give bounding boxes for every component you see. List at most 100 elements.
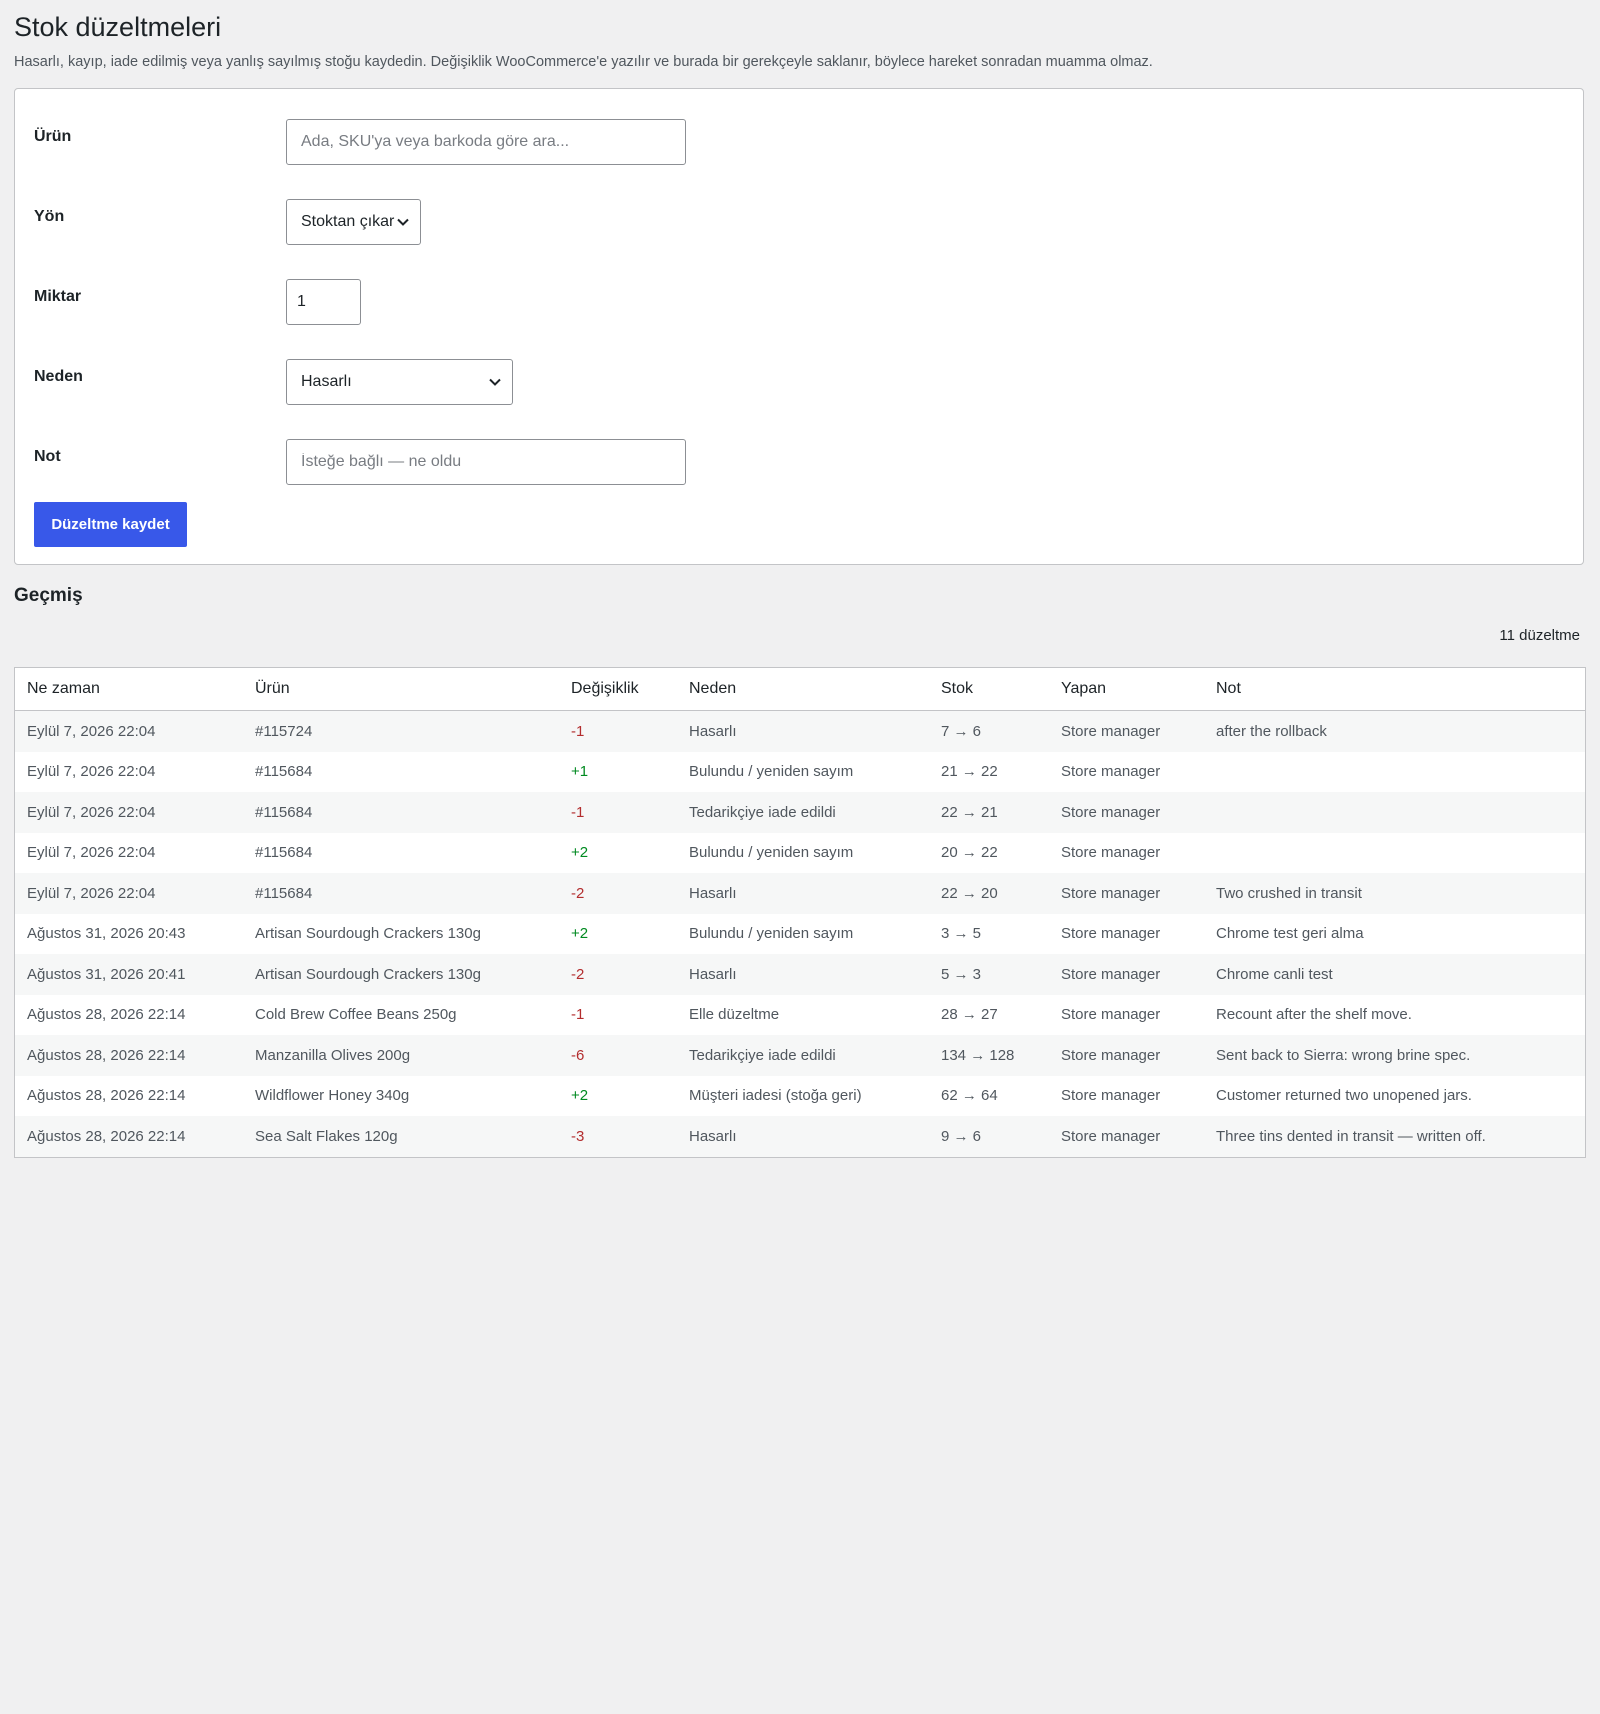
cell-change: -3 [571,1127,585,1145]
table-header: Ne zaman Ürün Değişiklik Neden Stok Yapa… [15,668,1585,711]
cell-when: Eylül 7, 2026 22:04 [27,722,156,740]
table-row: Ağustos 31, 2026 20:41 Artisan Sourdough … [15,954,1585,995]
table-row: Ağustos 31, 2026 20:43 Artisan Sourdough … [15,914,1585,955]
table-row: Eylül 7, 2026 22:04 #115684 +2 Bulundu / ye… [15,833,1585,874]
cell-stock: 5 → 3 [941,965,982,983]
history-count: 11 düzeltme [1499,627,1580,644]
cell-stock: 62 → 64 [941,1087,998,1105]
product-label: Ürün [34,128,72,145]
cell-note: Two crushed in transit [1216,884,1362,902]
cell-stock: 20 → 22 [941,844,998,862]
column-header-change: Değişiklik [571,680,639,697]
column-header-product: Ürün [255,680,290,697]
cell-by: Store manager [1061,1046,1161,1064]
history-title: Geçmiş [14,585,83,606]
product-search-input[interactable] [286,119,686,165]
cell-stock: 22 → 20 [941,884,998,902]
cell-change: -1 [571,803,585,821]
cell-change: -1 [571,1006,585,1024]
cell-product: #115684 [255,803,313,821]
column-header-stock: Stok [941,680,974,697]
cell-product: #115724 [255,722,313,740]
table-row: Eylül 7, 2026 22:04 #115684 -1 Tedarikçiye … [15,792,1585,833]
cell-when: Ağustos 28, 2026 22:14 [27,1087,186,1105]
cell-note: Chrome canli test [1216,965,1333,983]
cell-change: +2 [571,1087,589,1105]
table-row: Ağustos 28, 2026 22:14 Manzanilla Olives … [15,1035,1585,1076]
column-header-reason: Neden [689,680,737,697]
quantity-label: Miktar [34,288,82,305]
cell-reason: Tedarikçiye iade edildi [689,803,836,821]
cell-change: -2 [571,884,585,902]
cell-product: Wildflower Honey 340g [255,1087,410,1105]
cell-product: Artisan Sourdough Crackers 130g [255,965,481,983]
reason-label: Neden [34,368,83,385]
table-row: Ağustos 28, 2026 22:14 Sea Salt Flakes 12… [15,1116,1585,1157]
cell-by: Store manager [1061,1006,1161,1024]
table-row: Eylül 7, 2026 22:04 #115684 +1 Bulundu / ye… [15,752,1585,793]
cell-product: Artisan Sourdough Crackers 130g [255,925,481,943]
cell-when: Ağustos 31, 2026 20:43 [27,925,186,943]
cell-by: Store manager [1061,1127,1161,1145]
cell-note: Three tins dented in transit — written o… [1216,1127,1486,1145]
cell-reason: Hasarlı [689,1127,737,1145]
table-body: Eylül 7, 2026 22:04 #115724 -1 Hasarlı 7 → 6… [15,711,1585,1157]
cell-change: +2 [571,844,589,862]
cell-product: Manzanilla Olives 200g [255,1046,411,1064]
note-label: Not [34,448,61,465]
cell-stock: 9 → 6 [941,1127,982,1145]
cell-reason: Bulundu / yeniden sayım [689,763,854,781]
column-header-when: Ne zaman [27,680,100,697]
cell-stock: 7 → 6 [941,722,982,740]
reason-select-value: Hasarlı [301,373,352,390]
cell-by: Store manager [1061,844,1161,862]
cell-product: #115684 [255,844,313,862]
chevron-down-icon [397,218,409,226]
cell-note: Sent back to Sierra: wrong brine spec. [1216,1046,1471,1064]
cell-product: #115684 [255,884,313,902]
cell-by: Store manager [1061,803,1161,821]
cell-stock: 22 → 21 [941,803,998,821]
cell-note: Chrome test geri alma [1216,925,1364,943]
cell-when: Eylül 7, 2026 22:04 [27,803,156,821]
history-table: Ne zaman Ürün Değişiklik Neden Stok Yapa… [14,667,1586,1158]
cell-when: Eylül 7, 2026 22:04 [27,884,156,902]
cell-reason: Tedarikçiye iade edildi [689,1046,836,1064]
cell-change: -1 [571,722,585,740]
column-header-note: Not [1216,680,1241,697]
cell-by: Store manager [1061,925,1161,943]
table-row: Eylül 7, 2026 22:04 #115684 -2 Hasarlı 22 → … [15,873,1585,914]
cell-stock: 3 → 5 [941,925,982,943]
table-row: Ağustos 28, 2026 22:14 Cold Brew Coffee B… [15,995,1585,1036]
table-row: Eylül 7, 2026 22:04 #115724 -1 Hasarlı 7 → 6… [15,711,1585,752]
cell-reason: Müşteri iadesi (stoğa geri) [689,1087,862,1105]
cell-by: Store manager [1061,965,1161,983]
cell-reason: Hasarlı [689,965,737,983]
cell-when: Eylül 7, 2026 22:04 [27,844,156,862]
cell-change: -2 [571,965,585,983]
cell-reason: Hasarlı [689,884,737,902]
quantity-input[interactable] [286,279,361,325]
reason-select[interactable]: Hasarlı [286,359,513,405]
cell-note: Customer returned two unopened jars. [1216,1087,1472,1105]
cell-reason: Elle düzeltme [689,1006,780,1024]
cell-stock: 21 → 22 [941,763,998,781]
save-adjustment-button[interactable]: Düzeltme kaydet [34,502,187,547]
cell-when: Eylül 7, 2026 22:04 [27,763,156,781]
note-input[interactable] [286,439,686,485]
cell-when: Ağustos 28, 2026 22:14 [27,1006,186,1024]
cell-product: #115684 [255,763,313,781]
cell-change: +1 [571,763,589,781]
cell-reason: Bulundu / yeniden sayım [689,844,854,862]
direction-select[interactable]: Stoktan çıkar [286,199,421,245]
page-title: Stok düzeltmeleri [14,12,222,42]
cell-by: Store manager [1061,763,1161,781]
cell-product: Sea Salt Flakes 120g [255,1127,398,1145]
cell-stock: 28 → 27 [941,1006,998,1024]
cell-note: after the rollback [1216,722,1327,740]
cell-reason: Bulundu / yeniden sayım [689,925,854,943]
cell-note: Recount after the shelf move. [1216,1006,1412,1024]
cell-by: Store manager [1061,1087,1161,1105]
cell-change: -6 [571,1046,585,1064]
column-header-by: Yapan [1061,680,1107,697]
